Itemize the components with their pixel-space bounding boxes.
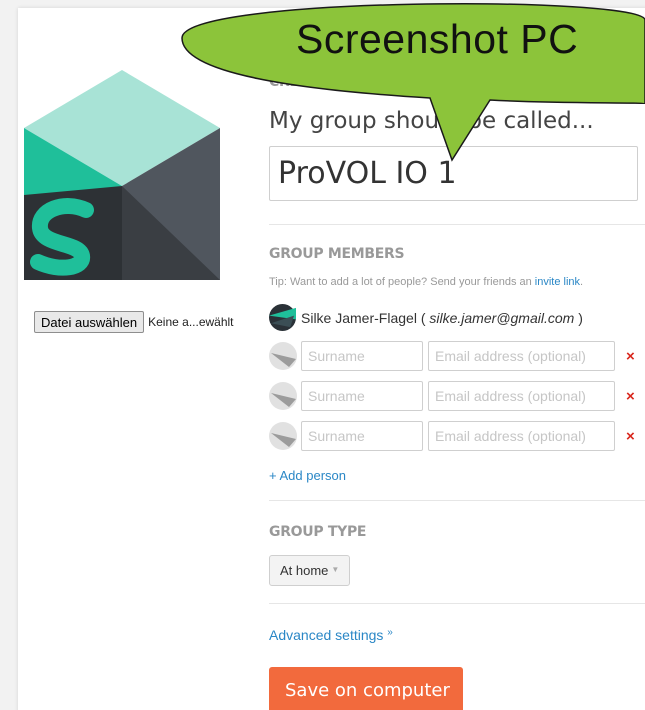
callout-text: Screenshot PC [296,16,579,62]
file-upload: Datei auswählen Keine a...ewählt [34,311,234,333]
group-type-title: GROUP TYPE [269,524,367,540]
member-avatar-placeholder [269,422,297,450]
tip-text: Tip: Want to add a lot of people? Send y… [269,276,583,288]
owner-name: Silke Jamer-Flagel [301,309,417,326]
advanced-settings-link[interactable]: Advanced settings » [269,627,393,643]
remove-member-button[interactable]: × [626,428,635,445]
remove-member-button[interactable]: × [626,348,635,365]
group-type-select[interactable]: At home ▼ [269,555,351,586]
member-avatar-placeholder [269,342,297,370]
member-row: × [269,341,635,371]
owner-avatar [269,304,296,331]
remove-member-button[interactable]: × [626,388,635,405]
advanced-settings-label: Advanced settings [269,627,384,643]
caret-down-icon: ▼ [331,564,340,574]
email-input[interactable] [428,421,615,451]
group-members-title: GROUP MEMBERS [269,246,405,262]
divider [269,500,645,501]
owner-paren-open: ( [416,309,430,326]
divider [269,603,645,604]
add-person-link[interactable]: + Add person [269,468,346,483]
member-row: × [269,421,635,451]
email-input[interactable] [428,341,615,371]
double-chevron-icon: » [387,627,393,638]
save-on-computer-button[interactable]: Save on computer [269,667,463,710]
surname-input[interactable] [301,341,423,371]
invite-link[interactable]: invite link [535,276,580,288]
member-row: × [269,381,635,411]
tip-label: Tip: Want to add a lot of people? Send y… [269,276,535,288]
divider [269,224,645,225]
surname-input[interactable] [301,381,423,411]
choose-file-button[interactable]: Datei auswählen [34,311,145,333]
owner-email: silke.jamer@gmail.com [429,309,575,326]
surname-input[interactable] [301,421,423,451]
owner-member: Silke Jamer-Flagel ( silke.jamer@gmail.c… [269,304,583,331]
email-input[interactable] [428,381,615,411]
group-type-value: At home [280,563,329,578]
member-avatar-placeholder [269,382,297,410]
tip-end: . [580,276,584,288]
owner-paren-close: ) [574,309,583,326]
file-status: Keine a...ewählt [148,315,234,329]
